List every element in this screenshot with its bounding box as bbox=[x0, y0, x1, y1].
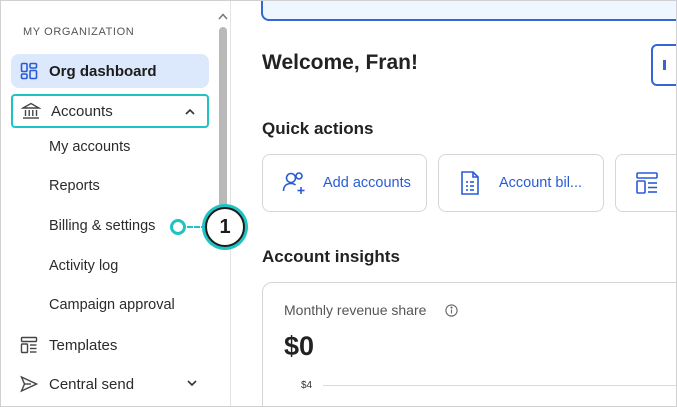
dashboard-icon bbox=[19, 61, 39, 81]
send-icon bbox=[19, 374, 39, 394]
invoice-icon bbox=[457, 170, 483, 196]
sidebar-item-accounts[interactable]: Accounts bbox=[11, 94, 209, 128]
add-user-icon bbox=[281, 170, 307, 196]
page-title: Welcome, Fran! bbox=[262, 51, 418, 74]
revenue-share-card bbox=[262, 282, 676, 406]
sidebar-subitem-reports[interactable]: Reports bbox=[49, 178, 100, 194]
scroll-up-arrow-icon[interactable] bbox=[217, 11, 229, 23]
sidebar-item-org-dashboard[interactable]: Org dashboard bbox=[11, 54, 209, 88]
quick-action-add-accounts[interactable]: Add accounts bbox=[262, 154, 427, 212]
quick-action-label: Add accounts bbox=[323, 175, 411, 191]
chart-gridline bbox=[323, 385, 676, 386]
org-section-label: MY ORGANIZATION bbox=[23, 26, 135, 38]
sidebar-item-label: Templates bbox=[49, 336, 118, 354]
sidebar-item-central-send[interactable]: Central send bbox=[11, 367, 209, 401]
sidebar: MY ORGANIZATION Org dashboard Accounts M… bbox=[1, 1, 231, 406]
chart-tick-label: $4 bbox=[301, 380, 313, 391]
quick-action-account-billing[interactable]: Account bil... bbox=[438, 154, 604, 212]
sidebar-item-label: Central send bbox=[49, 375, 135, 393]
chevron-up-icon[interactable] bbox=[183, 105, 197, 119]
layout-icon bbox=[634, 170, 660, 196]
sidebar-item-label: Accounts bbox=[51, 102, 113, 120]
bank-icon bbox=[21, 101, 41, 121]
templates-icon bbox=[19, 335, 39, 355]
info-icon[interactable] bbox=[445, 304, 458, 317]
app-window: MY ORGANIZATION Org dashboard Accounts M… bbox=[0, 0, 677, 407]
sidebar-item-label: Org dashboard bbox=[49, 62, 157, 80]
callout-target-dot bbox=[170, 219, 186, 235]
sidebar-subitem-billing-settings[interactable]: Billing & settings bbox=[49, 218, 155, 234]
top-banner bbox=[261, 1, 676, 21]
callout-number-badge: 1 bbox=[205, 207, 245, 247]
callout-connector bbox=[187, 226, 207, 228]
metric-label: Monthly revenue share bbox=[284, 302, 427, 318]
chevron-down-icon[interactable] bbox=[185, 376, 199, 390]
metric-value: $0 bbox=[284, 331, 315, 361]
sidebar-subitem-activity-log[interactable]: Activity log bbox=[49, 258, 118, 274]
account-insights-heading: Account insights bbox=[262, 247, 400, 266]
sidebar-subitem-campaign-approval[interactable]: Campaign approval bbox=[49, 297, 175, 313]
sidebar-item-templates[interactable]: Templates bbox=[11, 328, 209, 362]
quick-action-layout[interactable] bbox=[615, 154, 676, 212]
sidebar-subitem-my-accounts[interactable]: My accounts bbox=[49, 139, 130, 155]
header-action-button[interactable] bbox=[651, 44, 676, 86]
quick-actions-heading: Quick actions bbox=[262, 119, 374, 138]
quick-action-label: Account bil... bbox=[499, 175, 583, 191]
